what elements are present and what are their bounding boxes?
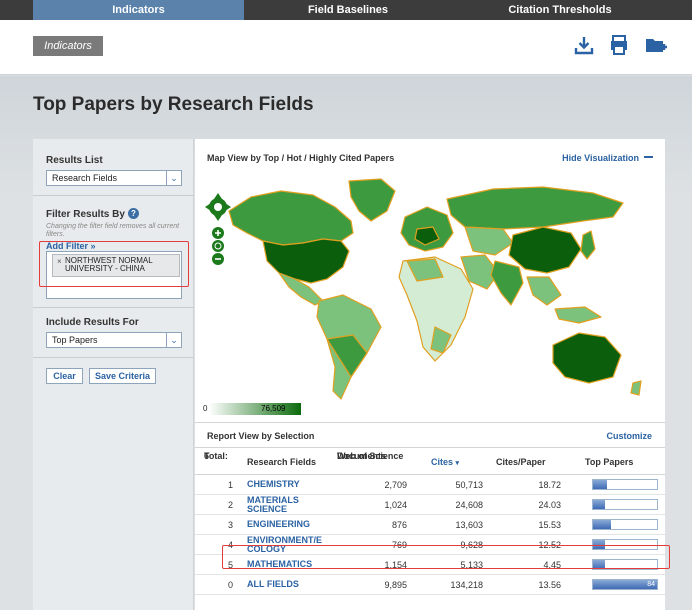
- table-row[interactable]: 2 MATERIALS SCIENCE 1,024 24,608 24.03 5: [195, 495, 665, 515]
- top-papers-count: 23: [647, 521, 655, 528]
- docs-value: 9,895: [384, 580, 407, 590]
- row-index: 1: [227, 480, 233, 490]
- cpp-value: 13.56: [538, 580, 561, 590]
- filter-note: Changing the filter field removes all cu…: [46, 223, 180, 238]
- legend-min: 0: [203, 404, 208, 413]
- chevron-down-icon: ⌄: [166, 333, 181, 347]
- filter-panel: Results List Research Fields ⌄ Filter Re…: [33, 139, 194, 610]
- customize-link[interactable]: Customize: [606, 431, 652, 441]
- cites-value: 50,713: [455, 480, 483, 490]
- top-papers-bar: 18: [592, 479, 658, 490]
- table-row[interactable]: 3 ENGINEERING 876 13,603 15.53 23: [195, 515, 665, 535]
- table-header: Total: 6 Research Fields Web of Science …: [195, 447, 665, 475]
- results-list-label: Results List: [46, 155, 103, 166]
- legend-max: 76,509: [261, 404, 286, 413]
- cites-header[interactable]: Cites ▾: [431, 457, 459, 467]
- map-controls[interactable]: [205, 189, 231, 265]
- field-link[interactable]: ALL FIELDS: [247, 580, 337, 589]
- include-select[interactable]: Top Papers ⌄: [46, 332, 182, 348]
- subheader: Indicators: [0, 20, 692, 75]
- results-panel: Map View by Top / Hot / Highly Cited Pap…: [195, 139, 665, 610]
- docs-value: 2,709: [384, 480, 407, 490]
- results-list-section: Results List Research Fields ⌄: [33, 139, 194, 196]
- top-papers-bar: 5: [592, 499, 658, 510]
- include-label: Include Results For: [46, 317, 139, 328]
- table-row[interactable]: 0 ALL FIELDS 9,895 134,218 13.56 84: [195, 575, 665, 595]
- top-papers-fill: [593, 520, 611, 529]
- total-count: 6: [204, 451, 210, 461]
- filter-label-wrap: Filter Results By?: [46, 208, 139, 220]
- tab-citation-thresholds[interactable]: Citation Thresholds: [452, 0, 668, 20]
- field-link[interactable]: MATERIALS SCIENCE: [247, 496, 317, 514]
- add-folder-icon[interactable]: [644, 34, 668, 56]
- download-icon[interactable]: [573, 34, 595, 56]
- top-papers-fill: [593, 500, 605, 509]
- results-list-value: Research Fields: [52, 173, 118, 183]
- print-icon[interactable]: [608, 34, 630, 56]
- hide-visualization-link[interactable]: Hide Visualization: [562, 153, 653, 163]
- include-section: Include Results For Top Papers ⌄: [33, 308, 194, 358]
- docs-header-line2: Documents: [337, 451, 387, 461]
- report-section: Report View by Selection Customize Total…: [195, 422, 665, 610]
- map-title: Map View by Top / Hot / Highly Cited Pap…: [207, 153, 395, 163]
- map-legend: 0 76,509: [203, 403, 303, 415]
- filter-label: Filter Results By: [46, 209, 125, 220]
- top-papers-count: 84: [647, 581, 655, 588]
- legend-gradient: [209, 403, 301, 415]
- top-papers-count: 5: [651, 501, 655, 508]
- cpp-value: 18.72: [538, 480, 561, 490]
- tab-indicators[interactable]: Indicators: [33, 0, 244, 20]
- field-header[interactable]: Research Fields: [247, 457, 316, 467]
- cites-value: 24,608: [455, 500, 483, 510]
- save-criteria-button[interactable]: Save Criteria: [89, 368, 156, 384]
- cpp-header[interactable]: Cites/Paper: [496, 457, 546, 467]
- docs-value: 1,024: [384, 500, 407, 510]
- cpp-value: 15.53: [538, 520, 561, 530]
- results-list-select[interactable]: Research Fields ⌄: [46, 170, 182, 186]
- top-papers-fill: [593, 480, 607, 489]
- breadcrumb: Indicators: [33, 36, 103, 56]
- report-title: Report View by Selection: [207, 431, 315, 441]
- cites-value: 134,218: [450, 580, 483, 590]
- minus-icon: [644, 156, 653, 158]
- top-navigation: Indicators Field Baselines Citation Thre…: [0, 0, 692, 20]
- world-map[interactable]: [203, 177, 658, 417]
- row-index: 0: [227, 580, 233, 590]
- highlight-box: [222, 545, 670, 569]
- tab-field-baselines[interactable]: Field Baselines: [248, 0, 448, 20]
- docs-value: 876: [391, 520, 407, 530]
- include-value: Top Papers: [52, 335, 98, 345]
- table-row[interactable]: 1 CHEMISTRY 2,709 50,713 18.72 18: [195, 475, 665, 495]
- top-papers-bar: 84: [592, 579, 658, 590]
- cites-value: 13,603: [455, 520, 483, 530]
- hide-visualization-label: Hide Visualization: [562, 153, 639, 163]
- highlight-box: [39, 241, 189, 287]
- top-papers-count: 18: [647, 481, 655, 488]
- chevron-down-icon: ⌄: [166, 171, 181, 185]
- top-papers-bar: 23: [592, 519, 658, 530]
- row-index: 2: [227, 500, 233, 510]
- sort-desc-icon: ▾: [455, 460, 460, 467]
- row-index: 3: [227, 520, 233, 530]
- page-title: Top Papers by Research Fields: [33, 94, 314, 115]
- top-papers-header[interactable]: Top Papers: [585, 457, 633, 467]
- clear-button[interactable]: Clear: [46, 368, 83, 384]
- field-link[interactable]: CHEMISTRY: [247, 480, 337, 489]
- help-icon[interactable]: ?: [127, 208, 139, 219]
- cites-header-label: Cites: [431, 457, 454, 467]
- cpp-value: 24.03: [538, 500, 561, 510]
- field-link[interactable]: ENGINEERING: [247, 520, 337, 529]
